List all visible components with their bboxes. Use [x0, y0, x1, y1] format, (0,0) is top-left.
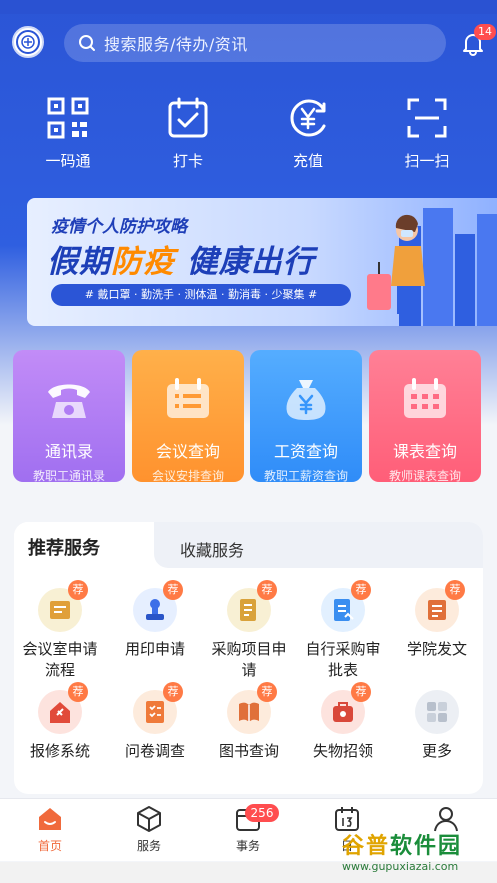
tab-recommended[interactable]: 推荐服务 [14, 522, 154, 568]
quick-action-recharge[interactable]: 充值 [258, 96, 358, 176]
card-subtitle: 教职工通讯录 [32, 469, 105, 483]
search-input[interactable]: 搜索服务/待办/资讯 [64, 24, 446, 62]
search-placeholder: 搜索服务/待办/资讯 [104, 35, 248, 54]
banner-title: 假期防疫 健康出行 [47, 244, 315, 280]
card-subtitle: 会议安排查询 [151, 469, 224, 483]
recharge-icon [290, 99, 326, 137]
card-contacts[interactable]: 通讯录 教职工通讯录 [13, 350, 125, 483]
service-approval[interactable]: 荐 自行采购审 批表 [297, 580, 389, 681]
service-book[interactable]: 荐 图书查询 [203, 682, 295, 762]
tab-home[interactable]: 首页 [20, 805, 80, 854]
service-repair[interactable]: 荐 报修系统 [14, 682, 106, 762]
search-icon [79, 35, 95, 51]
notification-badge: 14 [474, 24, 496, 40]
card-schedule[interactable]: 课表查询 教师课表查询 [369, 350, 481, 483]
tab-service[interactable]: 服务 [119, 805, 179, 854]
promo-banner[interactable]: 疫情个人防护攻略 假期防疫 健康出行 # 戴口罩 · 勤洗手 · 测体温 · 勤… [27, 198, 497, 326]
service-label: 报修系统 [29, 742, 90, 760]
service-icon [137, 806, 161, 832]
repair-icon [50, 702, 70, 723]
watermark: 谷普软件园 www.gupuxiazai.com [342, 834, 463, 873]
service-document[interactable]: 荐 学院发文 [391, 580, 483, 660]
book-icon [239, 702, 259, 722]
top-bar: 搜索服务/待办/资讯 [0, 18, 497, 68]
service-lost-found[interactable]: 荐 失物招领 [297, 682, 389, 762]
service-seal[interactable]: 荐 用印申请 [109, 580, 201, 660]
card-subtitle: 教师课表查询 [388, 469, 461, 483]
scan-icon [407, 98, 447, 138]
quick-action-label: 打卡 [172, 152, 203, 170]
task-count-badge: 256 [245, 804, 279, 822]
service-label: 采购项目申请 [211, 640, 287, 679]
card-salary[interactable]: 工资查询 教职工薪资查询 [250, 350, 362, 483]
service-label: 用印申请 [124, 640, 185, 658]
calendar-icon [404, 378, 446, 418]
quick-action-label: 扫一扫 [404, 152, 450, 170]
document-icon [428, 600, 446, 620]
service-more[interactable]: 更多 [391, 690, 483, 762]
traveler-illustration [367, 214, 425, 314]
qr-code-icon [47, 97, 89, 139]
service-label: 图书查询 [218, 742, 279, 760]
card-title: 工资查询 [273, 442, 338, 461]
service-purchase[interactable]: 荐 采购项目申请 [203, 580, 295, 681]
quick-action-qr[interactable]: 一码通 [18, 96, 118, 176]
seal-icon [146, 599, 164, 620]
home-icon [39, 808, 61, 830]
banner-tags: # 戴口罩 · 勤洗手 · 测体温 · 勤消毒 · 少聚集 # [51, 284, 351, 306]
service-survey[interactable]: 荐 问卷调查 [109, 682, 201, 762]
banner-subtitle: 疫情个人防护攻略 [51, 217, 187, 237]
quick-action-checkin[interactable]: 打卡 [138, 96, 238, 176]
card-meetings[interactable]: 会议查询 会议安排查询 [132, 350, 244, 483]
quick-action-label: 一码通 [45, 152, 91, 170]
card-title: 课表查询 [392, 442, 457, 461]
meeting-room-icon [50, 601, 70, 619]
approval-icon [334, 599, 354, 621]
calendar-list-icon [167, 378, 209, 418]
status-bar [0, 0, 497, 14]
card-title: 会议查询 [155, 442, 220, 461]
checkin-icon [168, 97, 208, 138]
quick-action-scan[interactable]: 扫一扫 [377, 96, 477, 176]
service-label: 更多 [421, 742, 452, 760]
service-label: 会议室申请 流程 [22, 640, 98, 679]
card-title: 通讯录 [44, 442, 93, 461]
survey-icon [146, 701, 164, 723]
purchase-icon [240, 599, 256, 621]
service-label: 学院发文 [406, 640, 467, 658]
quick-action-label: 充值 [292, 152, 323, 170]
lost-found-icon [333, 702, 353, 722]
card-subtitle: 教职工薪资查询 [263, 469, 348, 483]
phone-icon [48, 384, 90, 418]
service-label: 问卷调查 [124, 742, 185, 760]
money-bag-icon [286, 380, 326, 420]
service-label: 自行采购审 批表 [305, 640, 381, 679]
service-label: 失物招领 [312, 742, 373, 760]
tab-favorites[interactable]: 收藏服务 [154, 522, 483, 568]
service-meeting-room[interactable]: 荐 会议室申请 流程 [14, 580, 106, 681]
school-logo-icon [12, 26, 44, 58]
more-icon [427, 702, 447, 722]
